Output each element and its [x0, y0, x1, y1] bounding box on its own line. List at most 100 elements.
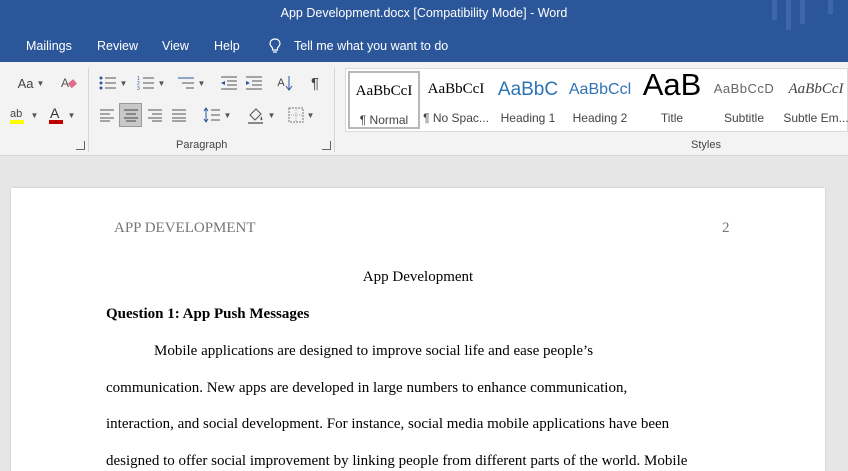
clear-formatting-button[interactable]: A: [58, 72, 80, 94]
paragraph-dialog-launcher-icon[interactable]: [322, 141, 331, 150]
paragraph-line: interaction, and social development. For…: [106, 416, 670, 432]
style-name: Heading 1: [500, 111, 556, 125]
titlebar-decoration: [772, 0, 777, 20]
style-heading-1[interactable]: AaBbC Heading 1: [492, 71, 564, 129]
style-normal[interactable]: AaBbCcI ¶ Normal: [348, 71, 420, 129]
style-no-spacing[interactable]: AaBbCcI ¶ No Spac...: [420, 71, 492, 129]
styles-gallery: AaBbCcI ¶ Normal AaBbCcI ¶ No Spac... Aa…: [345, 68, 848, 132]
style-sample: AaBbCcl: [568, 81, 632, 98]
group-divider: [88, 68, 89, 152]
titlebar-decoration: [800, 0, 805, 24]
numbered-list-icon: 123: [137, 76, 154, 91]
style-title[interactable]: AaB Title: [636, 71, 708, 129]
align-left-button[interactable]: [96, 104, 118, 126]
page-number: 2: [722, 220, 730, 236]
tab-help[interactable]: Help: [214, 39, 240, 53]
group-divider: [334, 68, 335, 152]
style-name: Title: [660, 111, 684, 125]
multilevel-list-button[interactable]: ▼: [174, 72, 208, 94]
tab-mailings[interactable]: Mailings: [26, 39, 72, 53]
chevron-down-icon: ▼: [36, 78, 45, 88]
increase-indent-button[interactable]: [243, 72, 265, 94]
line-spacing-button[interactable]: ▼: [200, 104, 234, 126]
tab-review[interactable]: Review: [97, 39, 138, 53]
style-sample: AaBbC: [497, 79, 559, 100]
line-spacing-icon: [203, 107, 220, 123]
chevron-down-icon: ▼: [223, 110, 232, 120]
svg-text:ab: ab: [10, 108, 22, 120]
chevron-down-icon: ▼: [119, 78, 128, 88]
highlight-color-button[interactable]: ab ▼: [6, 104, 40, 126]
chevron-down-icon: ▼: [67, 110, 76, 120]
pilcrow-icon: ¶: [310, 74, 320, 92]
paragraph-line: designed to offer social improvement by …: [106, 453, 688, 469]
justify-button[interactable]: [168, 104, 190, 126]
chevron-down-icon: ▼: [197, 78, 206, 88]
document-title: App Development: [362, 269, 474, 285]
style-heading-2[interactable]: AaBbCcl Heading 2: [564, 71, 636, 129]
window-title: App Development.docx [Compatibility Mode…: [280, 6, 568, 20]
style-sample: AaBbCcI: [788, 81, 844, 97]
style-subtitle[interactable]: AaBbCcD Subtitle: [708, 71, 780, 129]
show-formatting-button[interactable]: ¶: [304, 72, 326, 94]
chevron-down-icon: ▼: [267, 110, 276, 120]
svg-text:A: A: [61, 76, 69, 90]
style-name: ¶ Normal: [359, 113, 409, 127]
increase-indent-icon: [246, 76, 262, 90]
title-bar: App Development.docx [Compatibility Mode…: [0, 0, 848, 30]
font-color-button[interactable]: A ▼: [44, 104, 78, 126]
justify-icon: [172, 109, 186, 122]
bullets-button[interactable]: ▼: [96, 72, 130, 94]
decrease-indent-icon: [221, 76, 237, 90]
tell-me-search[interactable]: Tell me what you want to do: [294, 39, 448, 53]
ribbon: Aa ▼ A ab ▼ A ▼ ▼ 123 ▼ ▼ A ¶ ▼ ▼ ▼ Para…: [0, 62, 848, 156]
style-sample: AaBbCcD: [713, 81, 775, 96]
borders-icon: [288, 107, 304, 123]
change-case-button[interactable]: Aa ▼: [14, 72, 48, 94]
bullets-icon: [99, 76, 116, 90]
eraser-icon: A: [61, 76, 77, 90]
page-header-running-head: APP DEVELOPMENT: [114, 220, 256, 236]
sort-label: A: [277, 77, 285, 89]
font-dialog-launcher-icon[interactable]: [76, 141, 85, 150]
align-center-icon: [123, 109, 138, 122]
style-sample: AaBbCcI: [355, 83, 413, 99]
lightbulb-icon[interactable]: [268, 38, 282, 54]
document-page[interactable]: APP DEVELOPMENT 2 App Development Questi…: [11, 188, 825, 471]
paragraph-line: Mobile applications are designed to impr…: [154, 343, 594, 359]
svg-text:A: A: [50, 105, 60, 121]
align-right-icon: [148, 109, 162, 122]
decrease-indent-button[interactable]: [218, 72, 240, 94]
change-case-label: Aa: [17, 75, 34, 91]
align-right-button[interactable]: [144, 104, 166, 126]
titlebar-decoration: [786, 0, 791, 30]
paragraph-line: communication. New apps are developed in…: [106, 380, 628, 396]
styles-group-label: Styles: [691, 139, 721, 151]
sort-arrow-icon: [285, 76, 293, 91]
chevron-down-icon: ▼: [306, 110, 315, 120]
ribbon-tabs: Mailings Review View Help Tell me what y…: [0, 30, 848, 62]
sort-button[interactable]: A: [274, 72, 296, 94]
paint-bucket-icon: [247, 108, 263, 124]
titlebar-decoration: [828, 0, 833, 14]
center-button[interactable]: [119, 103, 142, 127]
style-name: Subtle Em...: [783, 111, 848, 125]
tab-view[interactable]: View: [162, 39, 189, 53]
chevron-down-icon: ▼: [30, 110, 39, 120]
style-subtle-emphasis[interactable]: AaBbCcI Subtle Em...: [780, 71, 848, 129]
highlighter-icon: ab: [9, 108, 24, 124]
style-name: ¶ No Spac...: [423, 111, 489, 125]
section-heading: Question 1: App Push Messages: [106, 306, 310, 322]
borders-button[interactable]: ▼: [284, 104, 318, 126]
multilevel-list-icon: [177, 77, 194, 89]
font-color-icon: A: [48, 105, 63, 124]
style-sample: AaB: [642, 71, 702, 102]
style-name: Subtitle: [723, 111, 765, 125]
paragraph-group-label: Paragraph: [176, 139, 228, 151]
svg-text:3: 3: [137, 86, 140, 91]
numbering-button[interactable]: 123 ▼: [134, 72, 168, 94]
style-sample: AaBbCcI: [427, 81, 485, 97]
style-name: Heading 2: [572, 111, 628, 125]
shading-button[interactable]: ▼: [244, 104, 278, 126]
align-left-icon: [100, 109, 114, 122]
